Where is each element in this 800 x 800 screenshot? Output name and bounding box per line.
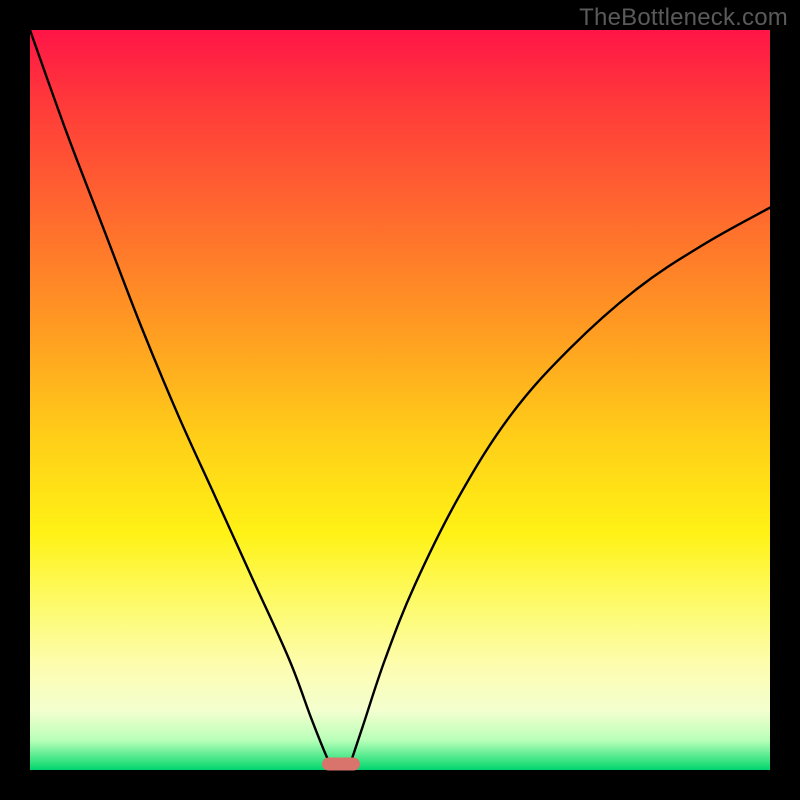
chart-frame: TheBottleneck.com xyxy=(0,0,800,800)
watermark-text: TheBottleneck.com xyxy=(579,4,788,32)
bottleneck-marker xyxy=(322,758,360,771)
left-curve xyxy=(30,30,333,770)
right-curve xyxy=(348,208,770,770)
curve-layer xyxy=(30,30,770,770)
